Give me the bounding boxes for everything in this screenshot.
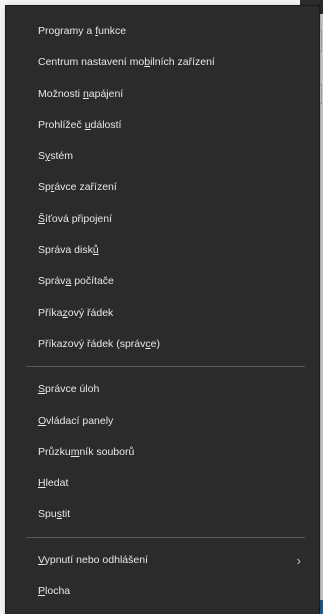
menu-item-command-prompt[interactable]: Příkazový řádek: [6, 298, 319, 329]
menu-item-run[interactable]: Spustit: [6, 499, 319, 530]
menu-item-mobility-center[interactable]: Centrum nastavení mobilních zařízení: [6, 47, 319, 78]
menu-separator: [26, 536, 305, 538]
menu-item-system[interactable]: Systém: [6, 141, 319, 172]
menu-item-event-viewer[interactable]: Prohlížeč událostí: [6, 110, 319, 141]
menu-item-search[interactable]: Hledat: [6, 468, 319, 499]
chevron-right-icon: ›: [296, 552, 301, 568]
menu-item-shutdown-or-sign-out[interactable]: Vypnutí nebo odhlášení ›: [6, 545, 319, 576]
menu-item-power-options[interactable]: Možnosti napájení: [6, 79, 319, 110]
menu-item-device-manager[interactable]: Správce zařízení: [6, 172, 319, 203]
menu-item-disk-management[interactable]: Správa disků: [6, 235, 319, 266]
screen: Programy a funkce Centrum nastavení mobi…: [0, 0, 323, 614]
quick-link-menu: Programy a funkce Centrum nastavení mobi…: [6, 6, 319, 614]
menu-item-network-connections[interactable]: Šíťová připojení: [6, 204, 319, 235]
menu-item-desktop[interactable]: Plocha: [6, 576, 319, 607]
menu-item-file-explorer[interactable]: Průzkumník souborů: [6, 437, 319, 468]
menu-separator: [26, 366, 305, 368]
menu-item-apps-and-features[interactable]: Programy a funkce: [6, 16, 319, 47]
menu-item-command-prompt-admin[interactable]: Příkazový řádek (správce): [6, 329, 319, 360]
menu-item-control-panel[interactable]: Ovládací panely: [6, 406, 319, 437]
menu-item-task-manager[interactable]: Správce úloh: [6, 374, 319, 405]
menu-item-computer-management[interactable]: Správa počítače: [6, 266, 319, 297]
